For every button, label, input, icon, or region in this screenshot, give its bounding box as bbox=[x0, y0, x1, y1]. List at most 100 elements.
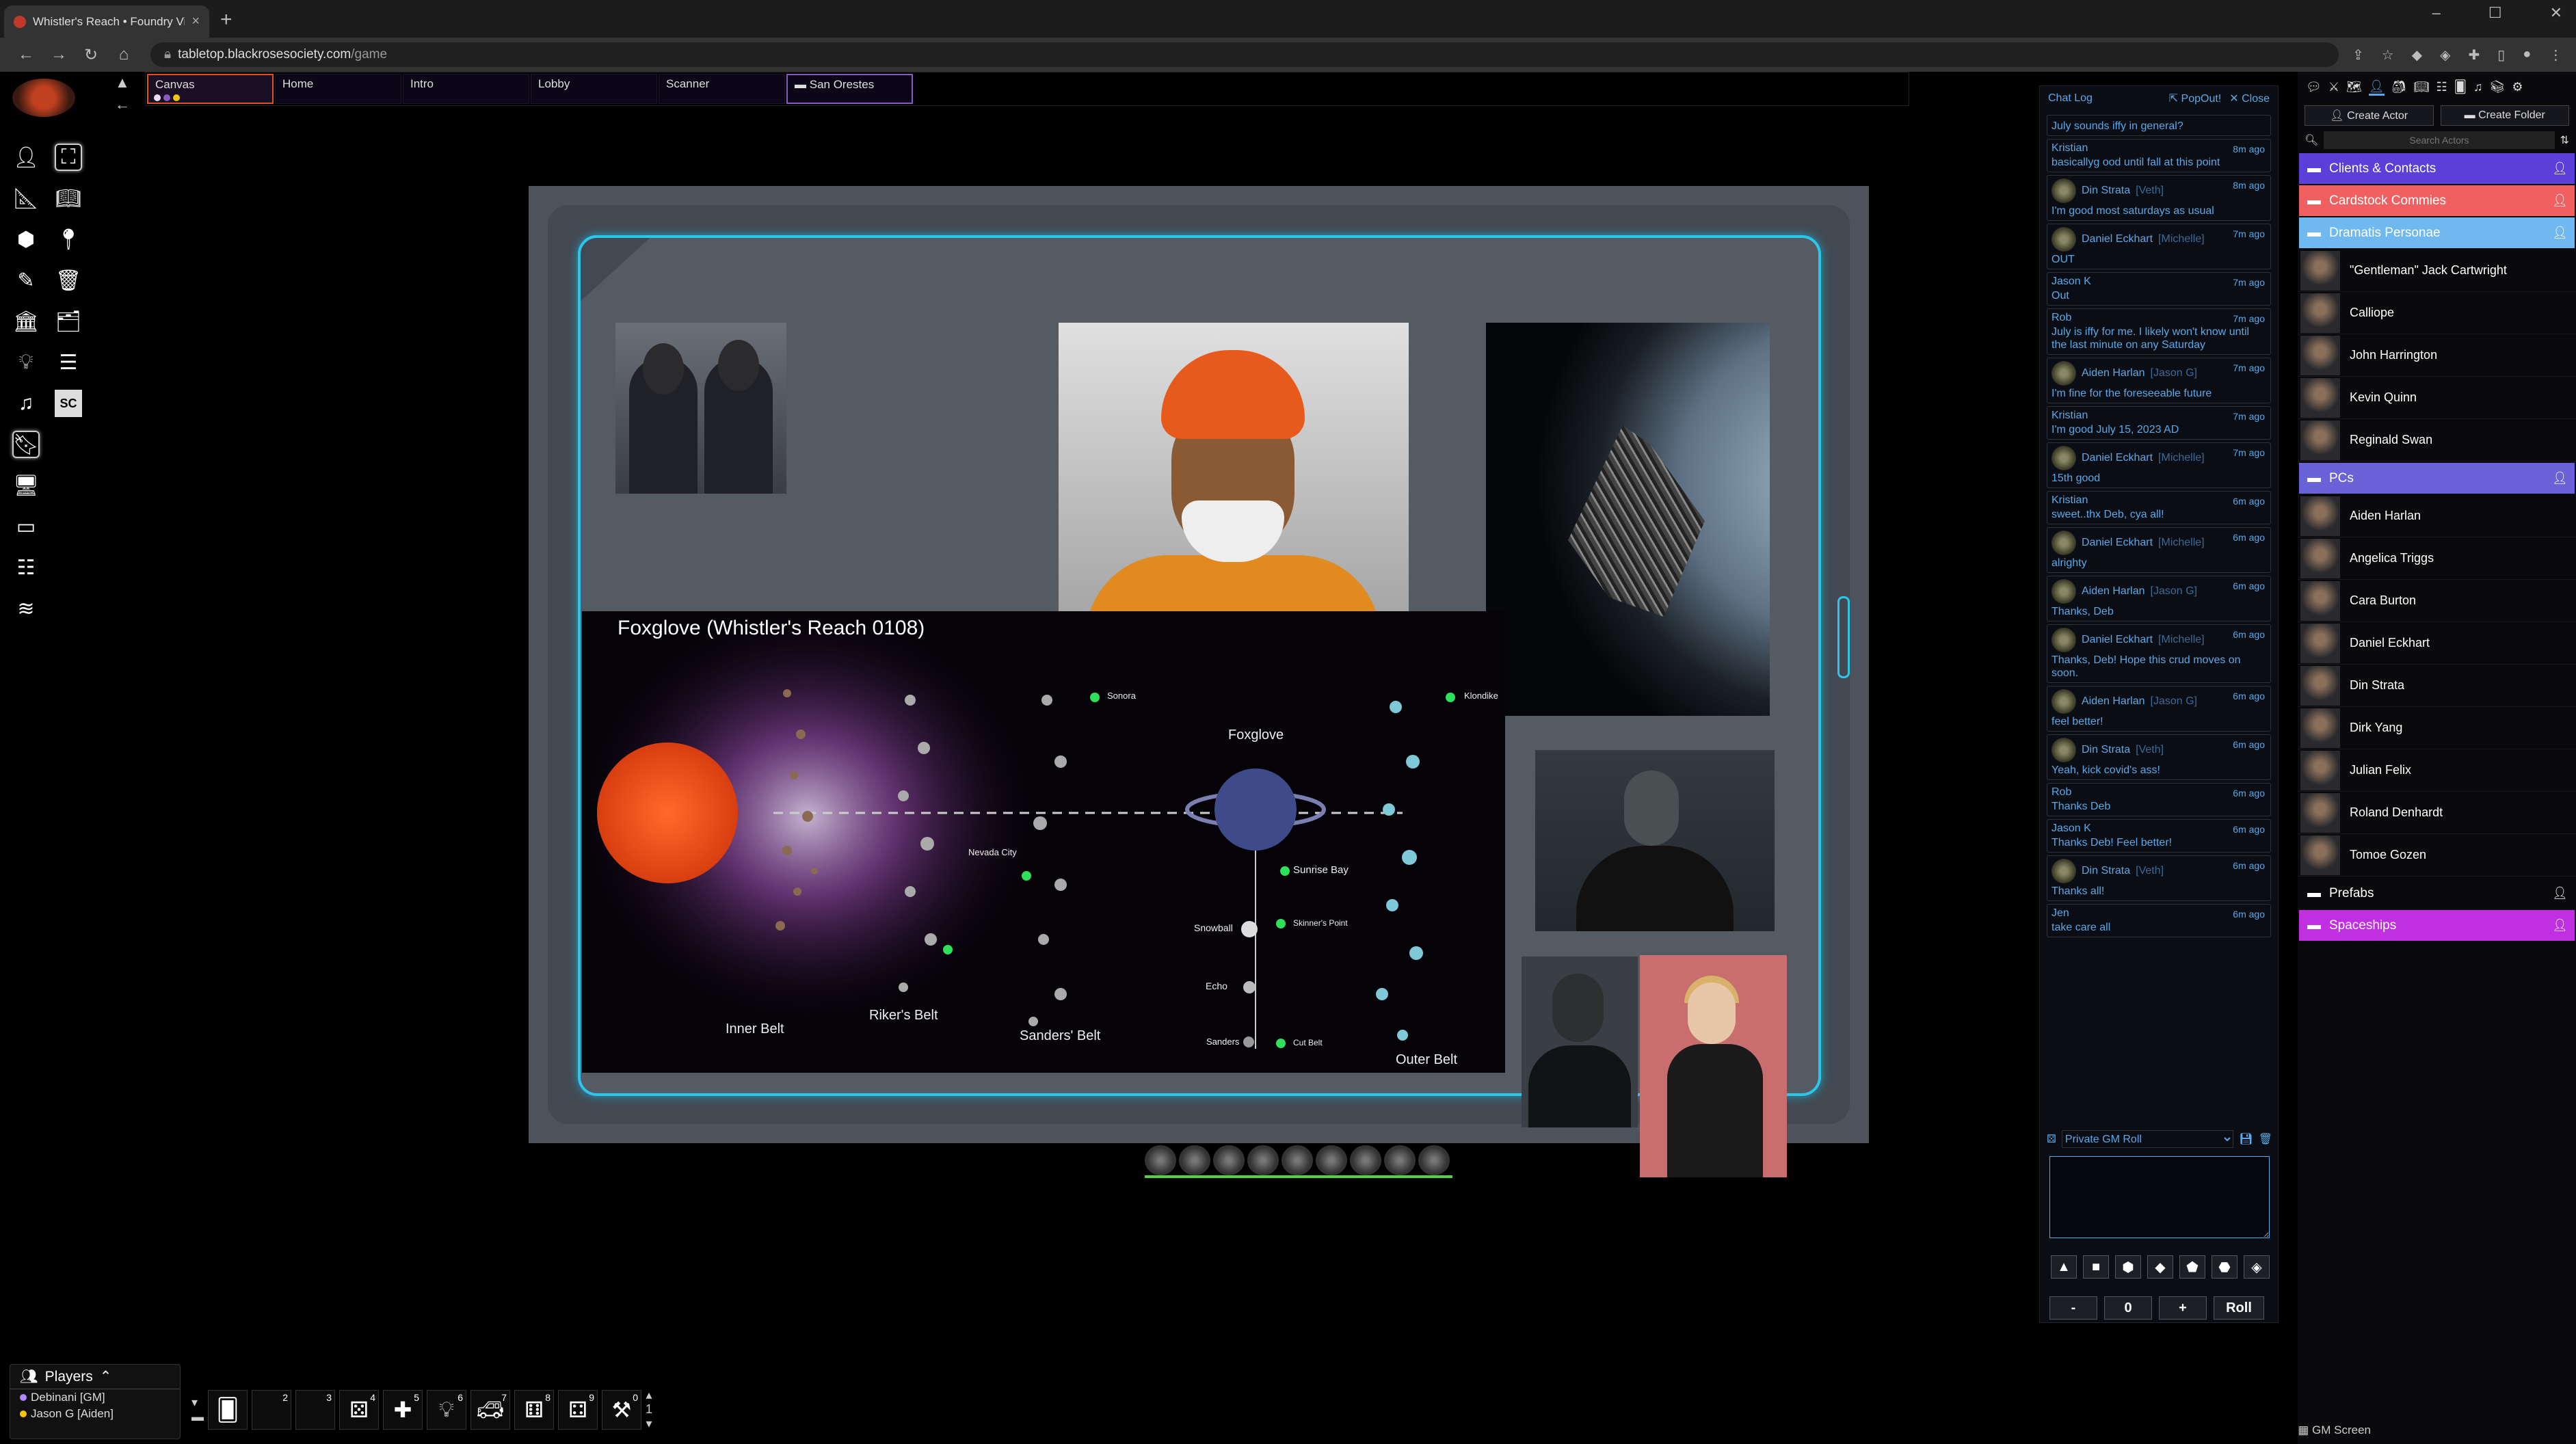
actor-entry[interactable]: Roland Denhardt bbox=[2298, 792, 2576, 834]
puzzle-icon[interactable]: ✚ bbox=[2468, 46, 2480, 64]
scene-folder-san-orestes[interactable]: ▬ San Orestes bbox=[786, 74, 913, 104]
macro-slot[interactable]: ⚄ 4 bbox=[339, 1389, 379, 1430]
tile-controls-icon[interactable]: ⬢ bbox=[12, 226, 40, 253]
tab-chat[interactable]: 💬︎ bbox=[2306, 80, 2322, 94]
tab-settings[interactable]: ⚙︎ bbox=[2512, 80, 2523, 94]
avatar[interactable] bbox=[1213, 1145, 1245, 1175]
avatar[interactable] bbox=[1179, 1145, 1210, 1175]
tab-compendium[interactable]: 📚︎ bbox=[2490, 80, 2506, 94]
macro-slot[interactable]: 2 bbox=[252, 1389, 291, 1430]
list-icon[interactable]: ☷ bbox=[12, 554, 40, 581]
reload-icon[interactable]: ↻ bbox=[83, 45, 98, 65]
new-tab-button[interactable]: + bbox=[220, 8, 233, 31]
scene-nav-toggle[interactable]: ▲ ← bbox=[115, 72, 130, 116]
notes-controls-icon[interactable]: 🔖︎ bbox=[12, 431, 40, 458]
layers-icon[interactable]: ≋ bbox=[12, 595, 40, 622]
scene-tab-canvas[interactable]: Canvas bbox=[147, 74, 274, 104]
actor-entry[interactable]: "Gentleman" Jack Cartwright bbox=[2298, 250, 2576, 292]
hotbar-page-control[interactable]: ▴ 1 ▾ bbox=[646, 1388, 652, 1431]
tab-tables[interactable]: ☷ bbox=[2436, 80, 2447, 94]
trash-icon[interactable]: 🗑︎ bbox=[2259, 1132, 2272, 1146]
pin-tool-icon[interactable]: 📍︎ bbox=[55, 226, 82, 253]
actor-folder[interactable]: ▬ PCs 👤︎ bbox=[2299, 463, 2575, 494]
avatar[interactable] bbox=[1145, 1145, 1176, 1175]
close-button[interactable]: ✕ Close bbox=[2229, 92, 2270, 105]
foundry-logo[interactable] bbox=[12, 79, 75, 117]
share-icon[interactable]: ⇪ bbox=[2352, 46, 2364, 64]
tab-scenes[interactable]: 🗺︎ bbox=[2346, 80, 2362, 94]
extension-icon[interactable]: ◈ bbox=[2440, 46, 2450, 64]
monitor-icon[interactable]: 🖥︎ bbox=[12, 472, 40, 499]
actor-entry[interactable]: Reginald Swan bbox=[2298, 419, 2576, 462]
checklist-icon[interactable]: ☰ bbox=[55, 349, 82, 376]
tab-journal[interactable]: 📖︎ bbox=[2414, 80, 2430, 94]
tab-cards[interactable]: 🂠 bbox=[2454, 80, 2467, 94]
tab-playlists[interactable]: ♫ bbox=[2473, 80, 2483, 94]
actor-entry[interactable]: Din Strata bbox=[2298, 665, 2576, 707]
journal-tool-icon[interactable]: 📖︎ bbox=[55, 185, 82, 212]
create-folder-button[interactable]: ▬ Create Folder bbox=[2440, 105, 2569, 126]
actor-entry[interactable]: Calliope bbox=[2298, 292, 2576, 334]
sidebar-icon[interactable]: ▯ bbox=[2497, 46, 2505, 64]
back-icon[interactable]: ← bbox=[18, 45, 34, 64]
macro-slot[interactable]: 3 bbox=[295, 1389, 335, 1430]
folder-add-icon[interactable]: 👤︎ bbox=[2552, 886, 2568, 900]
select-tool-icon[interactable]: ⛶ bbox=[55, 144, 82, 171]
wall-controls-icon[interactable]: 🏛︎ bbox=[12, 308, 40, 335]
url-field[interactable]: 🔒︎ tabletop.blackrosesociety.com /game bbox=[150, 42, 2339, 67]
macro-slot[interactable]: ⚒︎ 0 bbox=[602, 1389, 641, 1430]
actor-folder[interactable]: ▬ Clients & Contacts 👤︎ bbox=[2299, 153, 2575, 184]
actor-entry[interactable]: Cara Burton bbox=[2298, 580, 2576, 622]
tab-combat[interactable]: ⚔︎ bbox=[2328, 80, 2339, 94]
folder-add-icon[interactable]: 👤︎ bbox=[2552, 918, 2568, 933]
profile-icon[interactable]: ● bbox=[2523, 46, 2531, 64]
lighting-controls-icon[interactable]: 💡︎ bbox=[12, 349, 40, 376]
grey-man-portrait-tile[interactable] bbox=[1535, 750, 1775, 931]
space-station-tile[interactable] bbox=[1486, 323, 1770, 716]
actor-folder[interactable]: ▬ Cardstock Commies 👤︎ bbox=[2299, 185, 2575, 216]
d8-icon[interactable]: ⬢ bbox=[2115, 1255, 2141, 1279]
folder-add-icon[interactable]: 👤︎ bbox=[2552, 471, 2568, 485]
folder-add-icon[interactable]: 👤︎ bbox=[2552, 193, 2568, 208]
scene-tab-home[interactable]: Home bbox=[275, 74, 401, 104]
system-map-tile[interactable]: Foxglove (Whistler's Reach 0108) Inner B… bbox=[582, 611, 1505, 1073]
avatar[interactable] bbox=[1282, 1145, 1313, 1175]
scene-tab-lobby[interactable]: Lobby bbox=[531, 74, 657, 104]
menu-icon[interactable]: ⋮ bbox=[2549, 46, 2562, 64]
gm-screen-button[interactable]: ▦ GM Screen bbox=[2298, 1423, 2371, 1437]
sort-icon[interactable]: ⇅ bbox=[2560, 133, 2569, 147]
bookmark-star-icon[interactable]: ☆ bbox=[2382, 46, 2394, 64]
close-tab-icon[interactable]: × bbox=[191, 14, 200, 29]
d100-icon[interactable]: ◈ bbox=[2244, 1255, 2270, 1279]
maximize-icon[interactable]: ☐ bbox=[2488, 4, 2502, 22]
create-actor-button[interactable]: 👤︎ Create Actor bbox=[2305, 105, 2434, 126]
d12-icon[interactable]: ⬟ bbox=[2179, 1255, 2205, 1279]
home-icon[interactable]: ⌂ bbox=[116, 45, 131, 64]
popout-button[interactable]: ⇱ PopOut! bbox=[2169, 92, 2222, 105]
actor-entry[interactable]: Kevin Quinn bbox=[2298, 377, 2576, 419]
tab-items[interactable]: 🎒︎ bbox=[2391, 80, 2407, 94]
macro-slot[interactable]: 🂠 bbox=[208, 1389, 248, 1430]
macro-slot[interactable]: 🚙︎ 7 bbox=[470, 1389, 510, 1430]
avatar[interactable] bbox=[1418, 1145, 1450, 1175]
save-icon[interactable]: 💾︎ bbox=[2239, 1132, 2253, 1146]
actor-entry[interactable]: Angelica Triggs bbox=[2298, 537, 2576, 580]
browser-tab[interactable]: Whistler's Reach • Foundry Virtu × bbox=[4, 5, 209, 38]
actor-entry[interactable]: Aiden Harlan bbox=[2298, 495, 2576, 537]
minimize-icon[interactable]: – bbox=[2432, 4, 2441, 22]
macro-slot[interactable]: 💡︎ 6 bbox=[427, 1389, 466, 1430]
macro-slot[interactable]: ⚃ 9 bbox=[558, 1389, 598, 1430]
blond-man-portrait-tile[interactable] bbox=[1640, 955, 1787, 1177]
actor-entry[interactable]: John Harrington bbox=[2298, 334, 2576, 377]
token-controls-icon[interactable]: 👤︎ bbox=[12, 144, 40, 171]
actor-folder[interactable]: ▬ Dramatis Personae 👤︎ bbox=[2299, 217, 2575, 248]
modifier-minus-button[interactable]: - bbox=[2049, 1296, 2097, 1320]
close-window-icon[interactable]: ✕ bbox=[2550, 4, 2562, 22]
players-header[interactable]: 👥︎ Players ⌃ bbox=[10, 1365, 180, 1389]
d20-icon[interactable]: ⬣ bbox=[2212, 1255, 2238, 1279]
d4-icon[interactable]: ▲ bbox=[2051, 1255, 2077, 1279]
folder-add-icon[interactable]: 👤︎ bbox=[2552, 161, 2568, 176]
macro-slot[interactable]: ⚅ 8 bbox=[514, 1389, 554, 1430]
avatar[interactable] bbox=[1350, 1145, 1381, 1175]
trash-icon[interactable]: 🗑︎ bbox=[55, 267, 82, 294]
